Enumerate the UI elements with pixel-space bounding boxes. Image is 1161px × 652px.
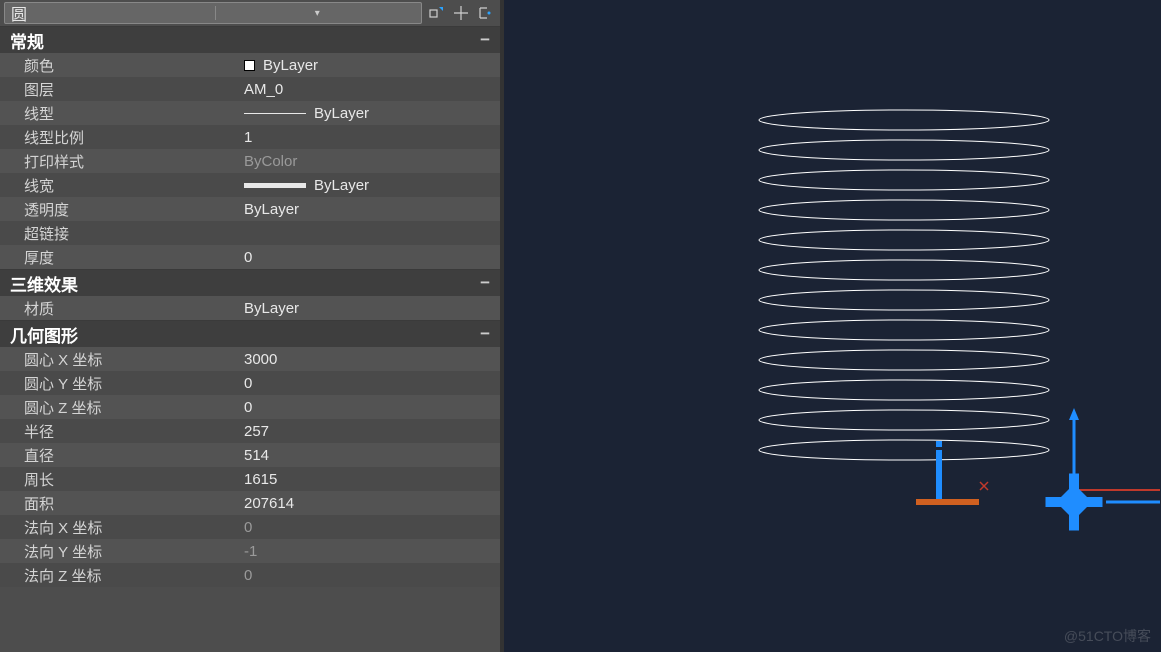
prop-value: -1 (244, 543, 500, 560)
prop-value: 207614 (244, 495, 500, 512)
prop-label: 超链接 (0, 223, 244, 244)
prop-row-normal-x[interactable]: 法向 X 坐标 0 (0, 515, 500, 539)
prop-label: 线型比例 (0, 127, 244, 148)
prop-value: ByColor (244, 153, 500, 170)
prop-value: 514 (244, 447, 500, 464)
prop-label: 法向 X 坐标 (0, 517, 244, 538)
prop-value: 3000 (244, 351, 500, 368)
viewport-canvas (504, 0, 1161, 652)
prop-label: 厚度 (0, 247, 244, 268)
prop-row-area[interactable]: 面积 207614 (0, 491, 500, 515)
linetype-preview-icon (244, 113, 306, 114)
section-geometry: 几何图形 − 圆心 X 坐标 3000 圆心 Y 坐标 0 圆心 Z 坐标 0 … (0, 320, 500, 587)
pickset-icon[interactable] (428, 4, 446, 22)
lineweight-preview-icon (244, 183, 306, 188)
prop-row-color[interactable]: 颜色 ByLayer (0, 53, 500, 77)
prop-value: ByLayer (244, 57, 500, 74)
prop-row-normal-y[interactable]: 法向 Y 坐标 -1 (0, 539, 500, 563)
prop-label: 面积 (0, 493, 244, 514)
prop-value-text: ByLayer (263, 57, 318, 74)
prop-row-center-y[interactable]: 圆心 Y 坐标 0 (0, 371, 500, 395)
section-3d-header[interactable]: 三维效果 − (0, 270, 500, 296)
section-general: 常规 − 颜色 ByLayer 图层 AM_0 线型 ByLayer (0, 26, 500, 269)
prop-row-material[interactable]: 材质 ByLayer (0, 296, 500, 320)
prop-row-transparency[interactable]: 透明度 ByLayer (0, 197, 500, 221)
prop-label: 圆心 Z 坐标 (0, 397, 244, 418)
color-swatch-icon (244, 60, 255, 71)
prop-value-text: ByLayer (314, 177, 369, 194)
prop-label: 颜色 (0, 55, 244, 76)
prop-label: 线型 (0, 103, 244, 124)
prop-row-center-x[interactable]: 圆心 X 坐标 3000 (0, 347, 500, 371)
prop-value: 0 (244, 519, 500, 536)
prop-label: 法向 Z 坐标 (0, 565, 244, 586)
object-type-dropdown[interactable]: 圆 ▾ (4, 2, 422, 24)
prop-row-circumference[interactable]: 周长 1615 (0, 467, 500, 491)
prop-label: 半径 (0, 421, 244, 442)
prop-label: 法向 Y 坐标 (0, 541, 244, 562)
section-general-header[interactable]: 常规 − (0, 27, 500, 53)
prop-row-linetype[interactable]: 线型 ByLayer (0, 101, 500, 125)
section-title: 三维效果 (10, 271, 78, 296)
prop-label: 线宽 (0, 175, 244, 196)
section-geometry-header[interactable]: 几何图形 − (0, 321, 500, 347)
collapse-icon[interactable]: − (476, 30, 494, 50)
section-3d: 三维效果 − 材质 ByLayer (0, 269, 500, 320)
prop-label: 圆心 X 坐标 (0, 349, 244, 370)
object-type-value: 圆 (11, 1, 215, 25)
view-gizmo-arm (1086, 497, 1103, 507)
origin-x-mark-icon (980, 482, 988, 490)
prop-value: 0 (244, 399, 500, 416)
prop-label: 透明度 (0, 199, 244, 220)
section-title: 几何图形 (10, 322, 78, 347)
prop-row-ltscale[interactable]: 线型比例 1 (0, 125, 500, 149)
prop-value: 0 (244, 567, 500, 584)
view-gizmo-arm (1046, 497, 1063, 507)
axis-z-arrow-icon (1069, 408, 1079, 420)
view-gizmo-arm (1069, 474, 1079, 491)
collapse-icon[interactable]: − (476, 273, 494, 293)
prop-row-center-z[interactable]: 圆心 Z 坐标 0 (0, 395, 500, 419)
prop-value: ByLayer (244, 300, 500, 317)
prop-row-lineweight[interactable]: 线宽 ByLayer (0, 173, 500, 197)
prop-value: 1615 (244, 471, 500, 488)
properties-panel: 圆 ▾ 常规 − 颜色 ByLayer (0, 0, 500, 652)
prop-label: 打印样式 (0, 151, 244, 172)
prop-label: 直径 (0, 445, 244, 466)
prop-value: ByLayer (244, 177, 500, 194)
watermark-text: @51CTO博客 (1064, 626, 1151, 646)
prop-label: 图层 (0, 79, 244, 100)
collapse-icon[interactable]: − (476, 324, 494, 344)
view-gizmo-arm (1069, 514, 1079, 531)
prop-value: AM_0 (244, 81, 500, 98)
prop-label: 材质 (0, 298, 244, 319)
quickselect-icon[interactable] (452, 4, 470, 22)
prop-label: 周长 (0, 469, 244, 490)
drawing-viewport[interactable]: @51CTO博客 (504, 0, 1161, 652)
prop-row-thickness[interactable]: 厚度 0 (0, 245, 500, 269)
prop-label: 圆心 Y 坐标 (0, 373, 244, 394)
prop-value: ByLayer (244, 105, 500, 122)
prop-row-plotstyle[interactable]: 打印样式 ByColor (0, 149, 500, 173)
prop-value: 1 (244, 129, 500, 146)
prop-value-text: ByLayer (314, 105, 369, 122)
prop-row-normal-z[interactable]: 法向 Z 坐标 0 (0, 563, 500, 587)
prop-value: 257 (244, 423, 500, 440)
properties-header: 圆 ▾ (0, 0, 500, 26)
section-title: 常规 (10, 28, 44, 53)
prop-row-hyperlink[interactable]: 超链接 (0, 221, 500, 245)
select-objects-icon[interactable] (476, 4, 494, 22)
prop-row-layer[interactable]: 图层 AM_0 (0, 77, 500, 101)
prop-row-diameter[interactable]: 直径 514 (0, 443, 500, 467)
prop-value: 0 (244, 375, 500, 392)
prop-value: ByLayer (244, 201, 500, 218)
chevron-down-icon: ▾ (215, 6, 420, 20)
prop-value: 0 (244, 249, 500, 266)
header-toolbar (422, 4, 500, 22)
prop-row-radius[interactable]: 半径 257 (0, 419, 500, 443)
helix-geometry (759, 110, 1049, 460)
